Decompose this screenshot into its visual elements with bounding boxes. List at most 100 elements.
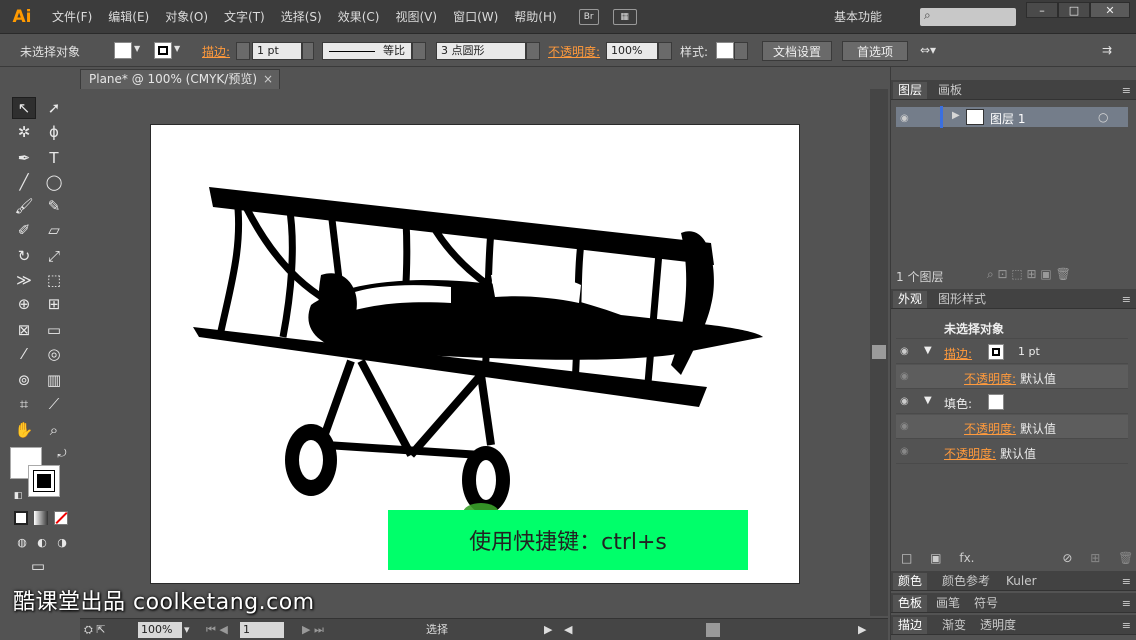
free-transform-tool-icon[interactable]: ⬚ <box>42 269 66 291</box>
menu-type[interactable]: 文字(T) <box>216 8 273 25</box>
fill-swatch[interactable] <box>114 42 132 59</box>
menu-select[interactable]: 选择(S) <box>273 8 330 25</box>
color-mode-icon[interactable] <box>14 511 28 525</box>
zoom-input[interactable]: 100% <box>138 622 182 638</box>
fill-dropdown-icon[interactable]: ▼ <box>134 44 140 53</box>
gradient-tool-icon[interactable]: ▭ <box>42 319 66 341</box>
tab-stroke[interactable]: 描边 <box>893 617 928 634</box>
appearance-fill-opacity-row[interactable]: ◉ 不透明度: 默认值 <box>896 415 1128 439</box>
panel-menu-icon[interactable]: ≡ <box>1122 619 1131 632</box>
magic-wand-tool-icon[interactable]: ✲ <box>12 121 36 143</box>
type-tool-icon[interactable]: T <box>42 147 66 169</box>
eye-icon[interactable]: ◉ <box>900 371 914 383</box>
collapse-triangle-icon[interactable]: ▼ <box>924 345 932 356</box>
blob-brush-tool-icon[interactable]: ✐ <box>12 219 36 241</box>
brush-definition[interactable]: 3 点圆形 <box>436 42 526 60</box>
ellipse-tool-icon[interactable]: ◯ <box>42 171 66 193</box>
expand-triangle-icon[interactable]: ▶ <box>952 110 960 121</box>
width-tool-icon[interactable]: ≫ <box>12 269 36 291</box>
collapse-triangle-icon[interactable]: ▼ <box>924 395 932 406</box>
delete-icon[interactable]: 🗑 <box>1118 551 1133 565</box>
blend-tool-icon[interactable]: ◎ <box>42 343 66 365</box>
scale-tool-icon[interactable]: ⤢ <box>42 245 66 267</box>
layer-name[interactable]: 图层 1 <box>990 110 1025 127</box>
vertical-scrollbar[interactable] <box>870 89 888 616</box>
fill-swatch[interactable] <box>988 394 1004 410</box>
gradient-mode-icon[interactable] <box>34 511 48 525</box>
appearance-stroke-opacity-row[interactable]: ◉ 不透明度: 默认值 <box>896 365 1128 389</box>
stroke-swatch[interactable] <box>988 344 1004 360</box>
search-input[interactable]: ⌕ <box>920 8 1016 26</box>
stroke-weight-dropdown[interactable] <box>302 42 314 60</box>
lasso-tool-icon[interactable]: ϕ <box>42 121 66 143</box>
line-tool-icon[interactable]: ╱ <box>12 171 36 193</box>
bridge-button[interactable]: Br <box>578 8 599 25</box>
panel-menu-icon[interactable]: ≡ <box>1122 597 1131 610</box>
graphic-style-swatch[interactable] <box>716 42 734 59</box>
tab-color-guide[interactable]: 颜色参考 <box>937 573 995 590</box>
menu-effect[interactable]: 效果(C) <box>330 8 388 25</box>
eye-icon[interactable]: ◉ <box>900 446 914 458</box>
eye-icon[interactable]: ◉ <box>900 346 914 358</box>
artboard-nav-prev-icon[interactable]: ⏮ ◀ <box>206 622 228 638</box>
eraser-tool-icon[interactable]: ▱ <box>42 219 66 241</box>
maximize-button[interactable]: □ <box>1058 2 1090 18</box>
stroke-label[interactable]: 描边: <box>202 43 230 60</box>
tab-kuler[interactable]: Kuler <box>1001 573 1042 590</box>
panel-menu-icon[interactable]: ≡ <box>1122 293 1131 306</box>
menu-help[interactable]: 帮助(H) <box>506 8 564 25</box>
arrange-documents-icon[interactable]: ▦ <box>612 8 637 25</box>
stroke-color-box[interactable] <box>28 465 60 497</box>
brush-dropdown[interactable] <box>526 42 540 60</box>
add-effect-button[interactable]: fx. <box>959 551 974 565</box>
menu-file[interactable]: 文件(F) <box>44 8 100 25</box>
close-icon[interactable]: × <box>263 70 273 88</box>
hand-tool-icon[interactable]: ✋ <box>12 419 36 441</box>
pencil-tool-icon[interactable]: ✎ <box>42 195 66 217</box>
tab-graphic-styles[interactable]: 图形样式 <box>933 291 991 308</box>
stroke-weight-stepper[interactable] <box>236 42 250 60</box>
hscroll-left-icon[interactable]: ◀ <box>564 622 572 638</box>
duplicate-icon[interactable]: ⊞ <box>1090 551 1100 565</box>
style-dropdown[interactable] <box>734 42 748 60</box>
stroke-swatch[interactable] <box>154 42 172 59</box>
panel-menu-icon[interactable]: ≡ <box>1122 84 1131 97</box>
tab-appearance[interactable]: 外观 <box>893 291 928 308</box>
layer-target-icon[interactable]: ○ <box>1098 110 1108 124</box>
tab-swatches[interactable]: 色板 <box>893 595 928 612</box>
menu-window[interactable]: 窗口(W) <box>445 8 506 25</box>
eyedropper-tool-icon[interactable]: ⁄ <box>12 343 36 365</box>
stroke-weight-input[interactable]: 1 pt <box>252 42 302 60</box>
stroke-label[interactable]: 描边: <box>944 345 972 362</box>
variable-width-profile[interactable]: 等比 <box>322 42 412 60</box>
appearance-fill-row[interactable]: ◉ ▼ 填色: <box>896 390 1128 414</box>
eye-icon[interactable]: ◉ <box>900 421 914 433</box>
graph-tool-icon[interactable]: ▥ <box>42 369 66 391</box>
tab-symbols[interactable]: 符号 <box>969 595 1003 612</box>
preferences-button[interactable]: 首选项 <box>842 41 908 61</box>
status-icon[interactable]: ⛭ ⇱ <box>84 622 106 638</box>
opacity-label[interactable]: 不透明度: <box>964 370 1016 387</box>
artboard-number-input[interactable]: 1 <box>240 622 284 638</box>
perspective-grid-tool-icon[interactable]: ⊞ <box>42 293 66 315</box>
appearance-stroke-row[interactable]: ◉ ▼ 描边: 1 pt <box>896 340 1128 364</box>
paintbrush-tool-icon[interactable]: 🖌 <box>12 195 36 217</box>
stroke-dropdown-icon[interactable]: ▼ <box>174 44 180 53</box>
tab-brushes[interactable]: 画笔 <box>931 595 965 612</box>
document-tab[interactable]: Plane* @ 100% (CMYK/预览) × <box>80 69 280 89</box>
mesh-tool-icon[interactable]: ⊠ <box>12 319 36 341</box>
isolate-icon[interactable]: ⇔▾ <box>920 43 936 57</box>
pen-tool-icon[interactable]: ✒ <box>12 147 36 169</box>
close-button[interactable]: ✕ <box>1090 2 1130 18</box>
tab-artboards[interactable]: 画板 <box>933 82 967 99</box>
tool-status[interactable]: 选择 <box>426 622 448 638</box>
tab-color[interactable]: 颜色 <box>893 573 928 590</box>
default-fill-stroke-icon[interactable]: ◧ <box>6 485 30 507</box>
opacity-label[interactable]: 不透明度: <box>964 420 1016 437</box>
tab-layers[interactable]: 图层 <box>893 82 928 99</box>
add-stroke-icon[interactable]: □ <box>901 551 912 565</box>
panel-menu-icon[interactable]: ≡ <box>1122 575 1131 588</box>
zoom-tool-icon[interactable]: ⌕ <box>42 419 66 441</box>
scrollbar-thumb[interactable] <box>872 345 886 359</box>
menu-view[interactable]: 视图(V) <box>387 8 445 25</box>
